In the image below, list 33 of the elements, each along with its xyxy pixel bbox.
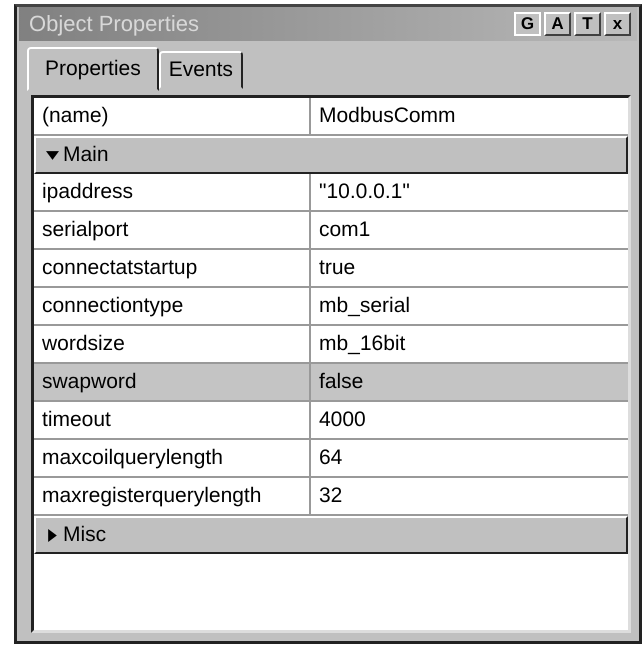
title-button[interactable]: A — [544, 12, 571, 36]
title-button[interactable]: T — [574, 12, 601, 36]
property-name[interactable]: maxcoilquerylength — [34, 440, 311, 476]
property-value[interactable]: mb_serial — [311, 288, 628, 324]
title-button[interactable]: G — [514, 12, 541, 36]
tab[interactable]: Events — [158, 51, 243, 89]
category-header[interactable]: Misc — [34, 516, 628, 554]
tab[interactable]: Properties — [27, 47, 159, 91]
property-name[interactable]: ipaddress — [34, 174, 311, 210]
property-name[interactable]: connectiontype — [34, 288, 311, 324]
window-title: Object Properties — [29, 11, 199, 37]
property-value[interactable]: 4000 — [311, 402, 628, 438]
property-name[interactable]: timeout — [34, 402, 311, 438]
property-name[interactable]: connectatstartup — [34, 250, 311, 286]
title-button[interactable]: x — [604, 12, 631, 36]
category-label: Main — [63, 143, 109, 167]
property-name[interactable]: maxregisterquerylength — [34, 478, 311, 514]
property-value[interactable]: com1 — [311, 212, 628, 248]
property-value[interactable]: false — [311, 364, 628, 400]
property-value[interactable]: true — [311, 250, 628, 286]
property-value[interactable]: mb_16bit — [311, 326, 628, 362]
property-name[interactable]: (name) — [34, 98, 311, 134]
category-header[interactable]: Main — [34, 136, 628, 174]
property-name[interactable]: serialport — [34, 212, 311, 248]
collapse-triangle-icon — [46, 148, 59, 162]
property-value[interactable]: 64 — [311, 440, 628, 476]
expand-triangle-icon — [46, 528, 59, 542]
property-value[interactable]: "10.0.0.1" — [311, 174, 628, 210]
property-name[interactable]: swapword — [34, 364, 311, 400]
property-value[interactable]: 32 — [311, 478, 628, 514]
property-value[interactable]: ModbusComm — [311, 98, 628, 134]
property-name[interactable]: wordsize — [34, 326, 311, 362]
category-label: Misc — [63, 523, 106, 547]
